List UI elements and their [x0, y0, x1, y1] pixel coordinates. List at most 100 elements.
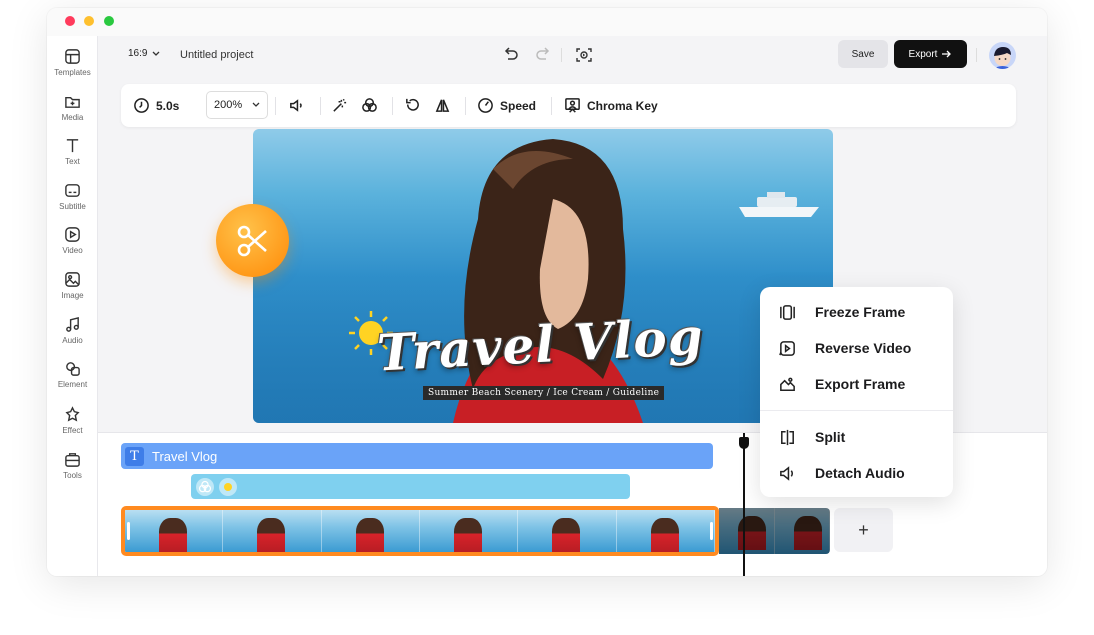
chroma-key-label: Chroma Key [587, 98, 658, 113]
speed-button[interactable]: Speed [477, 84, 536, 127]
project-name[interactable]: Untitled project [180, 49, 253, 61]
sidebar-item-label: Audio [62, 336, 83, 345]
speedometer-icon [478, 98, 493, 113]
text-icon: T [125, 446, 144, 466]
duration-button[interactable]: 5.0s [133, 84, 179, 127]
aspect-ratio-dropdown[interactable]: 16:9 [128, 48, 160, 59]
flip-icon [435, 99, 450, 112]
menu-item-detach-audio[interactable]: Detach Audio [778, 461, 905, 485]
chroma-key-button[interactable]: Chroma Key [564, 84, 658, 127]
video-track-clip[interactable] [121, 506, 719, 556]
video-thumbnail [223, 510, 322, 552]
sidebar-item-label: Subtitle [59, 202, 86, 211]
divider [561, 48, 562, 62]
scissors-badge [216, 204, 289, 277]
sidebar-item-label: Video [62, 246, 83, 255]
boat-image [739, 192, 819, 217]
sidebar-item-templates[interactable]: Templates [47, 48, 98, 88]
video-thumbnail [125, 510, 224, 552]
scissors-icon [237, 225, 267, 256]
sidebar-item-label: Templates [54, 68, 91, 77]
sun-sticker-icon [219, 477, 237, 496]
playhead[interactable] [739, 433, 749, 576]
context-menu: Freeze Frame Reverse Video Export Frame … [760, 287, 953, 497]
sidebar-item-subtitle[interactable]: Subtitle [47, 182, 98, 222]
divider [320, 97, 321, 115]
video-track-remainder[interactable] [719, 508, 830, 554]
sidebar-item-video[interactable]: Video [47, 226, 98, 266]
edit-toolbar: 5.0s 200% Speed Chroma Key [121, 84, 1016, 127]
subtitle-overlay[interactable]: Summer Beach Scenery / Ice Cream / Guide… [423, 386, 665, 400]
volume-icon [290, 99, 302, 112]
sidebar-item-label: Effect [62, 426, 83, 435]
zoom-dropdown[interactable]: 200% [206, 91, 268, 119]
sidebar-item-text[interactable]: Text [47, 137, 98, 177]
trim-handle-left[interactable] [127, 522, 130, 540]
tools-icon [65, 453, 80, 467]
menu-item-label: Freeze Frame [815, 304, 906, 320]
redo-icon[interactable] [534, 46, 552, 64]
title-bar [47, 8, 1047, 36]
menu-divider [760, 410, 953, 411]
export-button[interactable]: Export [894, 40, 967, 68]
divider [551, 97, 552, 115]
filters-icon [362, 98, 377, 112]
avatar[interactable] [989, 42, 1016, 69]
magic-wand-icon [333, 98, 347, 112]
detach-audio-icon [780, 465, 794, 481]
filters-button[interactable] [361, 84, 378, 127]
menu-item-split[interactable]: Split [778, 425, 845, 449]
minimize-window-button[interactable] [84, 16, 94, 26]
menu-item-export-frame[interactable]: Export Frame [778, 372, 905, 396]
text-track-clip[interactable]: T Travel Vlog [121, 443, 713, 469]
menu-item-label: Split [815, 429, 846, 445]
arrow-right-icon [942, 50, 952, 58]
video-thumbnail [321, 510, 420, 552]
top-bar: 16:9 Untitled project Save Export [98, 36, 1047, 76]
magic-enhance-button[interactable] [331, 84, 348, 127]
preview-icon[interactable] [575, 46, 593, 64]
save-button[interactable]: Save [838, 40, 888, 68]
zoom-value: 200% [214, 99, 243, 111]
text-icon [66, 139, 79, 153]
flip-button[interactable] [434, 84, 451, 127]
sidebar-item-image[interactable]: Image [47, 271, 98, 311]
duration-value: 5.0s [156, 98, 180, 113]
sidebar-item-element[interactable]: Element [47, 360, 98, 400]
sidebar-item-label: Element [57, 380, 88, 389]
templates-icon [65, 49, 80, 64]
trim-handle-right[interactable] [710, 522, 713, 540]
effect-track-clip[interactable] [191, 474, 630, 499]
volume-button[interactable] [288, 84, 305, 127]
maximize-window-button[interactable] [104, 16, 114, 26]
video-preview[interactable]: Travel Vlog Summer Beach Scenery / Ice C… [253, 129, 833, 423]
menu-item-reverse-video[interactable]: Reverse Video [778, 336, 911, 360]
text-track-label: Travel Vlog [152, 448, 218, 464]
chevron-down-icon [252, 102, 260, 107]
sidebar: Templates Media Text Subtitle Video Imag… [47, 36, 98, 576]
image-icon [65, 272, 80, 287]
menu-item-label: Export Frame [815, 376, 906, 392]
divider [465, 97, 466, 115]
sidebar-item-audio[interactable]: Audio [47, 316, 98, 356]
chroma-key-icon [565, 98, 580, 113]
divider [976, 48, 977, 62]
menu-item-label: Reverse Video [815, 340, 912, 356]
sidebar-item-label: Media [61, 113, 84, 122]
chevron-down-icon [153, 51, 160, 56]
rotate-button[interactable] [404, 84, 421, 127]
menu-item-label: Detach Audio [815, 465, 905, 481]
speed-label: Speed [500, 98, 537, 113]
sidebar-item-tools[interactable]: Tools [47, 451, 98, 491]
effect-icon [65, 406, 80, 422]
reverse-video-icon [779, 340, 795, 356]
split-icon [781, 429, 794, 445]
sidebar-item-media[interactable]: Media [47, 93, 98, 133]
video-thumbnail [518, 510, 617, 552]
add-clip-button[interactable]: + [834, 508, 893, 552]
close-window-button[interactable] [65, 16, 75, 26]
menu-item-freeze-frame[interactable]: Freeze Frame [778, 300, 905, 324]
clock-icon [134, 98, 149, 113]
undo-icon[interactable] [502, 46, 520, 64]
sidebar-item-effect[interactable]: Effect [47, 406, 98, 446]
